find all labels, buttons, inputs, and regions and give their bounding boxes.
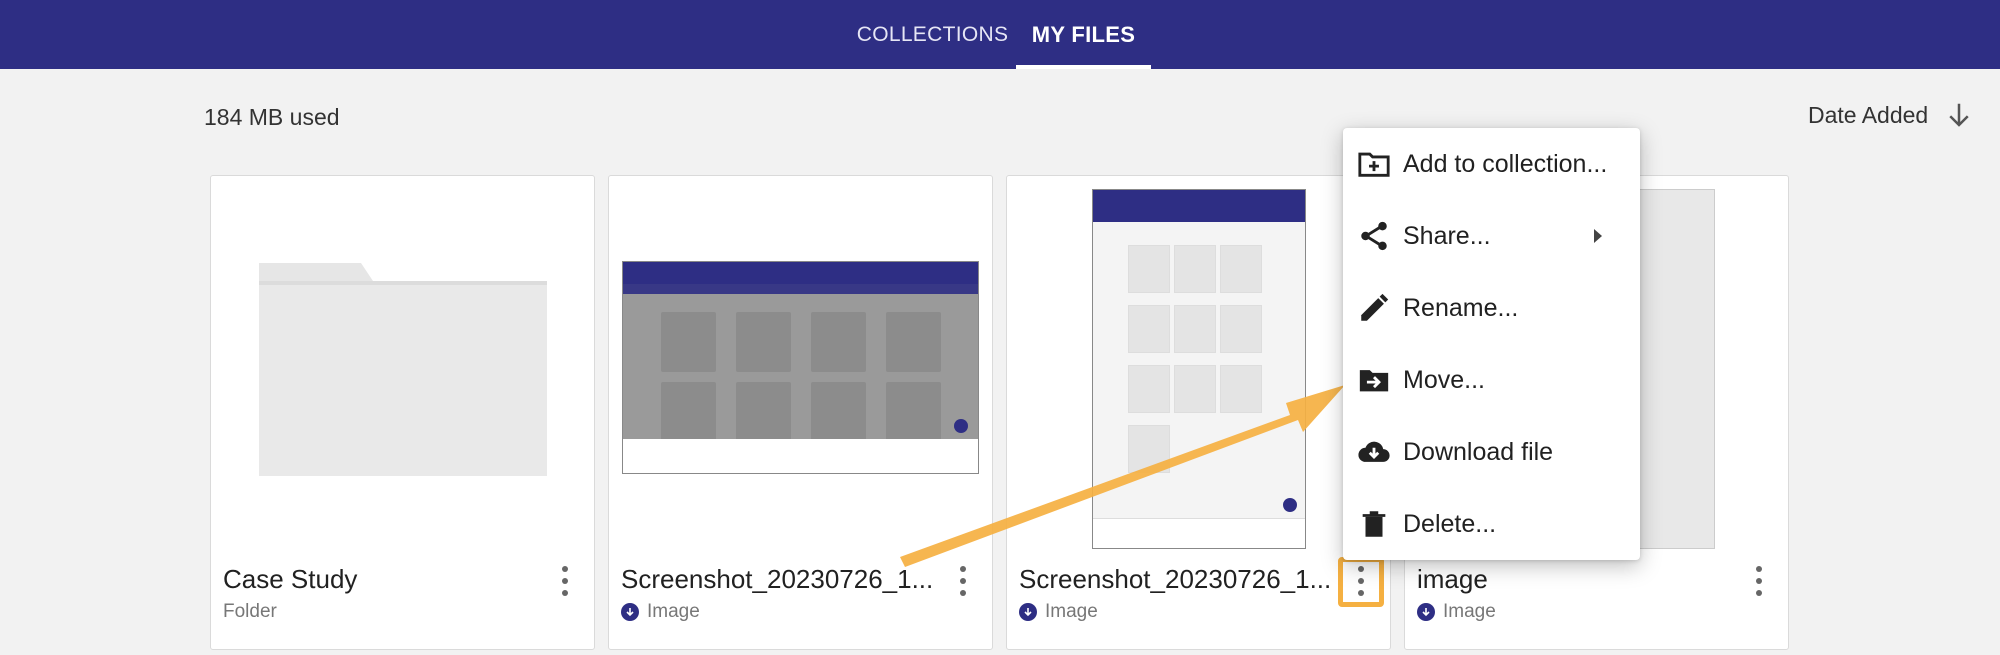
downloaded-icon [1417,603,1435,621]
sort-label: Date Added [1808,101,1929,128]
sort-button[interactable]: Date Added [1808,100,1974,130]
context-menu: Add to collection... Share... Rename... … [1343,128,1640,560]
active-tab-indicator [1016,65,1151,69]
arrow-down-icon [1949,103,1969,127]
image-thumbnail [609,176,992,566]
screenshot-preview [1092,189,1306,549]
menu-item-add-to-collection[interactable]: Add to collection... [1343,128,1640,200]
more-options-icon[interactable] [558,566,572,596]
card-title: Screenshot_20230726_1... [1019,564,1332,594]
card-title: Case Study [223,564,358,594]
tab-collections[interactable]: COLLECTIONS [857,0,1008,69]
move-folder-icon [1359,370,1389,392]
image-thumbnail [1007,176,1390,566]
card-subtitle: Folder [223,601,277,622]
more-options-icon[interactable] [956,566,970,596]
downloaded-icon [1019,603,1037,621]
folder-icon [259,263,547,476]
menu-item-delete[interactable]: Delete... [1343,488,1640,560]
share-icon [1361,221,1387,251]
more-options-icon[interactable] [1752,566,1766,596]
trash-icon [1362,511,1386,537]
card-subtitle: Image [1417,601,1496,623]
folder-thumbnail [211,176,594,566]
card-title: image [1417,564,1488,594]
menu-item-share[interactable]: Share... [1343,200,1640,272]
screenshot-preview [622,261,979,474]
card-subtitle: Image [621,601,700,623]
card-title: Screenshot_20230726_1... [621,564,934,594]
cloud-download-icon [1358,441,1390,462]
menu-item-move[interactable]: Move... [1343,344,1640,416]
submenu-arrow-icon [1594,229,1602,243]
file-card[interactable]: Screenshot_20230726_1... Image [1006,175,1391,650]
tab-my-files[interactable]: MY FILES [1016,0,1151,69]
storage-usage-text: 184 MB used [204,104,340,130]
menu-item-rename[interactable]: Rename... [1343,272,1640,344]
card-subtitle: Image [1019,601,1098,623]
file-card[interactable]: Screenshot_20230726_1... Image [608,175,993,650]
pencil-icon [1361,293,1389,321]
downloaded-icon [621,603,639,621]
file-card[interactable]: Case Study Folder [210,175,595,650]
menu-item-download[interactable]: Download file [1343,416,1640,488]
highlight-box [1338,557,1384,607]
add-to-folder-icon [1358,152,1390,177]
